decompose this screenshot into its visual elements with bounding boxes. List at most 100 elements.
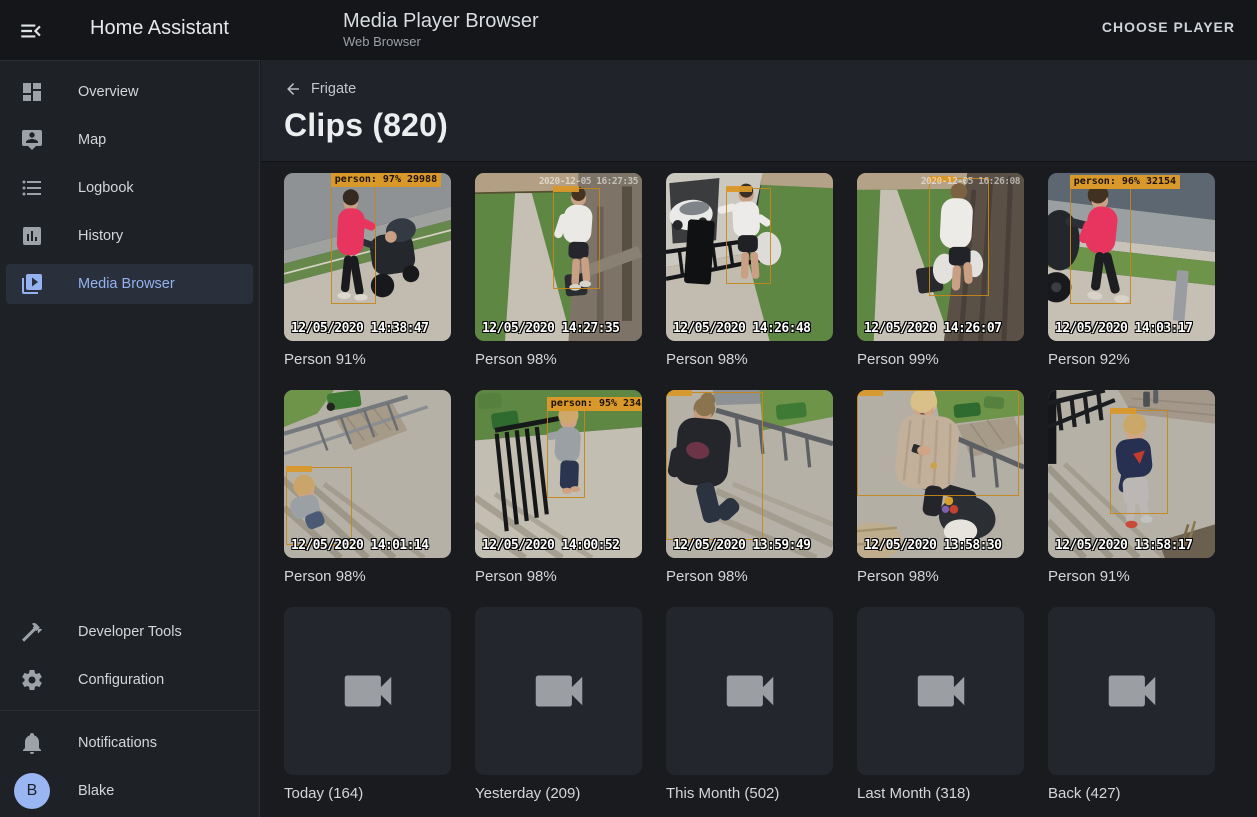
browser-subtitle: Web Browser <box>343 34 539 49</box>
sidebar-item-map[interactable]: Map <box>6 120 253 160</box>
play-box-multiple-icon <box>20 272 44 296</box>
detection-bounding-box <box>1070 186 1132 304</box>
clip-label: Person 98% <box>475 568 642 585</box>
clip-thumbnail[interactable]: person: 97% 2998812/05/2020 14:38:47 <box>284 173 451 341</box>
clip-label: Person 99% <box>857 351 1024 368</box>
breadcrumb[interactable]: Frigate <box>284 80 356 98</box>
sidebar-item-media-browser[interactable]: Media Browser <box>6 264 253 304</box>
sidebar-item-notifications[interactable]: Notifications <box>6 723 253 763</box>
folder-thumbnail[interactable] <box>666 607 833 775</box>
menu-open-icon <box>18 18 44 44</box>
detection-bounding-box <box>929 178 989 296</box>
media-browser-header: Frigate Clips (820) <box>261 60 1257 161</box>
browser-title: Media Player Browser <box>343 9 539 33</box>
clip-thumbnail[interactable]: 12/05/2020 13:59:49 <box>666 390 833 558</box>
clip-label: Person 98% <box>475 351 642 368</box>
detection-bounding-box <box>857 390 1019 496</box>
clip-label: Person 91% <box>284 351 451 368</box>
clip-item: 12/05/2020 14:01:14 Person 98% <box>284 390 451 585</box>
detection-score-tag-small <box>666 390 692 396</box>
sidebar-item-logbook[interactable]: Logbook <box>6 168 253 208</box>
media-grid: person: 97% 2998812/05/2020 14:38:47 Pers… <box>284 173 1233 802</box>
sidebar-item-developer-tools[interactable]: Developer Tools <box>6 612 253 652</box>
camera-timestamp-overlay: 12/05/2020 14:00:52 <box>482 538 619 553</box>
sidebar-item-configuration[interactable]: Configuration <box>6 660 253 700</box>
sidebar-item-history[interactable]: History <box>6 216 253 256</box>
breadcrumb-label: Frigate <box>311 81 356 97</box>
clip-item: person: 97% 2998812/05/2020 14:38:47 Pers… <box>284 173 451 368</box>
sidebar: Overview Map Logbook History Media Browser D… <box>0 60 260 817</box>
clip-label: Person 98% <box>666 351 833 368</box>
folder-label: Yesterday (209) <box>475 785 642 802</box>
clip-item: person: 96% 3215412/05/2020 14:03:17 Pers… <box>1048 173 1215 368</box>
bell-icon <box>20 731 44 755</box>
detection-bounding-box <box>286 467 353 544</box>
top-app-bar: Home Assistant Media Player Browser Web … <box>0 0 1257 60</box>
clip-thumbnail[interactable]: 2020-12-05 16:27:35 12/05/2020 14:27:35 <box>475 173 642 341</box>
folder-thumbnail[interactable] <box>475 607 642 775</box>
clip-thumbnail[interactable]: 2020-12-05 16:26:0812/05/2020 14:26:07 <box>857 173 1024 341</box>
detection-score-tag: person: 96% 32154 <box>1070 175 1180 189</box>
media-grid-area: person: 97% 2998812/05/2020 14:38:47 Pers… <box>261 161 1257 817</box>
clip-thumbnail[interactable]: person: 96% 3215412/05/2020 14:03:17 <box>1048 173 1215 341</box>
clip-item: 12/05/2020 14:26:48 Person 98% <box>666 173 833 368</box>
detection-score-tag-small <box>553 186 579 192</box>
folder-thumbnail[interactable] <box>1048 607 1215 775</box>
account-tooltip-icon <box>20 128 44 152</box>
detection-score-tag-small <box>1110 408 1136 414</box>
detection-score-tag-small <box>726 186 752 192</box>
video-camera-icon <box>528 660 590 722</box>
page-header-title-block: Media Player Browser Web Browser <box>343 9 539 49</box>
sidebar-item-overview[interactable]: Overview <box>6 72 253 112</box>
clip-thumbnail[interactable]: 12/05/2020 13:58:30 <box>857 390 1024 558</box>
clip-label: Person 98% <box>666 568 833 585</box>
folder-label: Back (427) <box>1048 785 1215 802</box>
gear-icon <box>20 668 44 692</box>
folder-item: Back (427) <box>1048 607 1215 802</box>
clip-thumbnail[interactable]: 12/05/2020 13:58:17 <box>1048 390 1215 558</box>
detection-bounding-box <box>666 392 763 540</box>
choose-player-button[interactable]: CHOOSE PLAYER <box>1102 19 1235 35</box>
camera-corner-timestamp: 2020-12-05 16:27:35 <box>539 176 638 187</box>
detection-bounding-box <box>331 185 376 304</box>
sidebar-nav-list: Overview Map Logbook History Media Browser <box>0 61 259 304</box>
clip-item: 12/05/2020 13:59:49 Person 98% <box>666 390 833 585</box>
camera-timestamp-overlay: 12/05/2020 14:26:07 <box>864 321 1001 336</box>
hammer-icon <box>20 620 44 644</box>
clip-thumbnail[interactable]: 12/05/2020 14:26:48 <box>666 173 833 341</box>
clip-label: Person 91% <box>1048 568 1215 585</box>
video-camera-icon <box>1101 660 1163 722</box>
clip-thumbnail[interactable]: 12/05/2020 14:01:14 <box>284 390 451 558</box>
sidebar-item-label: Media Browser <box>78 276 175 292</box>
avatar: B <box>14 773 50 809</box>
sidebar-divider <box>0 710 259 711</box>
detection-score-tag: person: 97% 29988 <box>331 173 441 187</box>
detection-bounding-box <box>726 188 771 284</box>
bell-icon <box>20 731 44 755</box>
sidebar-item-label: Overview <box>78 84 138 100</box>
sidebar-toggle-button[interactable] <box>18 18 46 42</box>
folder-thumbnail[interactable] <box>284 607 451 775</box>
clip-label: Person 92% <box>1048 351 1215 368</box>
folder-thumbnail[interactable] <box>857 607 1024 775</box>
detection-bounding-box <box>547 408 585 497</box>
camera-timestamp-overlay: 12/05/2020 13:58:30 <box>864 538 1001 553</box>
profile-name: Blake <box>78 783 114 799</box>
camera-timestamp-overlay: 12/05/2020 14:01:14 <box>291 538 428 553</box>
sidebar-item-label: Logbook <box>78 180 134 196</box>
sidebar-profile[interactable]: B Blake <box>6 771 253 811</box>
sidebar-item-label: History <box>78 228 123 244</box>
detection-bounding-box <box>1110 410 1168 514</box>
folder-item: Last Month (318) <box>857 607 1024 802</box>
camera-timestamp-overlay: 12/05/2020 13:59:49 <box>673 538 810 553</box>
video-camera-icon <box>719 660 781 722</box>
folder-label: This Month (502) <box>666 785 833 802</box>
detection-score-tag: person: 95% 23432 <box>547 397 642 411</box>
clip-item: 12/05/2020 13:58:30Person 98% <box>857 390 1024 585</box>
clip-thumbnail[interactable]: person: 95% 23432 12/05/2020 14:00:52 <box>475 390 642 558</box>
folder-item: This Month (502) <box>666 607 833 802</box>
camera-timestamp-overlay: 12/05/2020 14:27:35 <box>482 321 619 336</box>
clip-label: Person 98% <box>284 568 451 585</box>
clip-item: 2020-12-05 16:26:0812/05/2020 14:26:07 Pe… <box>857 173 1024 368</box>
main-content: Frigate Clips (820) person: 97% 2998812/… <box>261 60 1257 817</box>
